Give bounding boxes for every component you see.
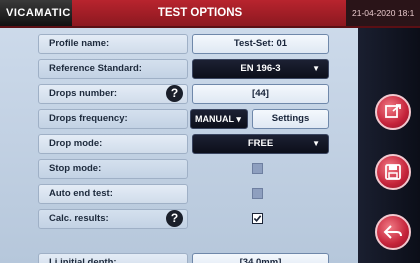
row-drops-frequency: Drops frequency: MANUAL ▾ Settings — [38, 109, 356, 129]
help-icon[interactable]: ? — [166, 85, 183, 102]
stop-mode-checkbox[interactable] — [252, 163, 263, 174]
save-button[interactable] — [375, 154, 411, 190]
reference-standard-select[interactable]: EN 196-3 ▼ — [192, 59, 329, 79]
auto-end-test-checkbox[interactable] — [252, 188, 263, 199]
back-icon — [383, 225, 402, 239]
row-reference-standard: Reference Standard: EN 196-3 ▼ — [38, 59, 356, 79]
initial-depth-field[interactable]: [34.0mm] — [192, 253, 329, 263]
row-calc-results: Calc. results: ? — [38, 209, 356, 229]
help-icon[interactable]: ? — [166, 210, 183, 227]
row-stop-mode: Stop mode: — [38, 159, 356, 179]
test-options-screen: VICAMATIC3 TEST OPTIONS 21-04-2020 18:1 … — [0, 0, 420, 263]
header-bar: VICAMATIC3 TEST OPTIONS 21-04-2020 18:1 — [0, 0, 420, 28]
export-icon — [385, 104, 401, 118]
reference-standard-value: EN 196-3 — [240, 63, 281, 74]
settings-button[interactable]: Settings — [252, 109, 329, 129]
logo-text: VICAMATIC — [6, 7, 71, 19]
drops-frequency-select[interactable]: MANUAL ▾ — [190, 109, 248, 129]
profile-name-field[interactable]: Test-Set: 01 — [192, 34, 329, 54]
drops-number-field[interactable]: [44] — [192, 84, 329, 104]
drops-frequency-label: Drops frequency: — [38, 109, 188, 129]
back-button[interactable] — [375, 214, 411, 250]
auto-end-test-label: Auto end test: — [38, 184, 188, 204]
save-icon — [385, 164, 401, 180]
row-drops-number: Drops number: ? [44] — [38, 84, 356, 104]
row-auto-end-test: Auto end test: — [38, 184, 356, 204]
row-drop-mode: Drop mode: FREE ▼ — [38, 134, 356, 154]
profile-name-label: Profile name: — [38, 34, 188, 54]
date-time: 21-04-2020 18:1 — [346, 0, 420, 26]
dropdown-arrow-icon: ▼ — [312, 139, 320, 148]
drop-mode-label: Drop mode: — [38, 134, 188, 154]
export-button[interactable] — [375, 94, 411, 130]
dropdown-arrow-icon: ▼ — [312, 64, 320, 73]
row-initial-depth: Li initial depth: [34.0mm] — [38, 253, 356, 263]
page-title: TEST OPTIONS — [157, 7, 243, 19]
calc-results-checkbox[interactable] — [252, 213, 263, 224]
row-profile-name: Profile name: Test-Set: 01 — [38, 34, 356, 54]
stop-mode-label: Stop mode: — [38, 159, 188, 179]
drop-mode-select[interactable]: FREE ▼ — [192, 134, 329, 154]
reference-standard-label: Reference Standard: — [38, 59, 188, 79]
drop-mode-value: FREE — [247, 138, 274, 149]
brand-logo: VICAMATIC3 — [0, 0, 72, 26]
checkmark-icon — [253, 215, 262, 222]
initial-depth-label: Li initial depth: — [38, 253, 188, 263]
